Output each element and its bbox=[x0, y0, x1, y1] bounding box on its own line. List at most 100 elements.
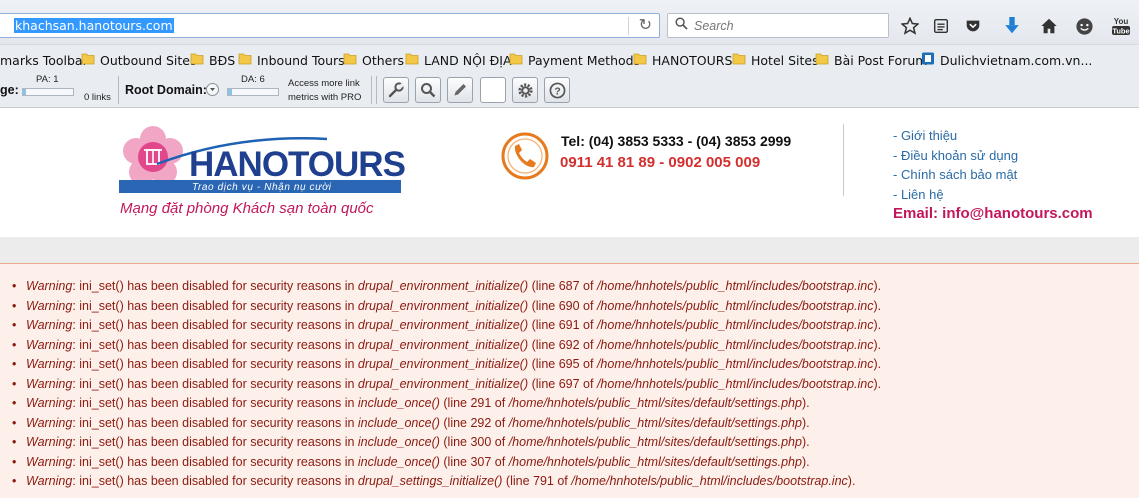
bullet-icon: • bbox=[12, 279, 17, 293]
search-input[interactable]: Search bbox=[667, 13, 889, 38]
link-gioi-thieu[interactable]: - Giới thiệu bbox=[893, 126, 1018, 146]
youtube-icon[interactable]: You Tube bbox=[1109, 14, 1133, 38]
bookmark-hanotours[interactable]: HANOTOURS bbox=[652, 53, 732, 68]
pocket-icon[interactable] bbox=[961, 14, 985, 38]
magnifier-button[interactable] bbox=[415, 77, 441, 103]
hanotours-logo: HANOTOURS Trao dịch vụ - Nhận nụ cười bbox=[119, 126, 406, 193]
header-divider bbox=[843, 124, 844, 196]
warning-item: • Warning: ini_set() has been disabled fo… bbox=[12, 375, 881, 395]
warning-item: • Warning: ini_set() has been disabled fo… bbox=[12, 453, 881, 473]
mozbar-divider bbox=[371, 76, 372, 104]
folder-icon bbox=[633, 53, 647, 65]
star-icon[interactable] bbox=[898, 14, 922, 38]
bullet-icon: • bbox=[12, 474, 17, 488]
warning-item: • Warning: ini_set() has been disabled fo… bbox=[12, 316, 881, 336]
links-count[interactable]: 0 links bbox=[84, 92, 111, 103]
gear-icon bbox=[517, 82, 533, 98]
bullet-icon: • bbox=[12, 396, 17, 410]
pro-promo-line2[interactable]: metrics with PRO bbox=[288, 92, 361, 103]
bookmark-bai-post-forum[interactable]: Bài Post Forum bbox=[834, 53, 927, 68]
folder-icon bbox=[405, 53, 419, 65]
chat-icon[interactable] bbox=[1072, 14, 1096, 38]
bookmark-dulichvietnam[interactable]: Dulichvietnam.com.vn... bbox=[940, 53, 1092, 68]
bookmark-land-noi-dia[interactable]: LAND NỘI ĐỊA bbox=[424, 53, 512, 68]
navigation-toolbar: khachsan.hanotours.com ↻ Search You Tube bbox=[0, 0, 1139, 44]
site-logo[interactable]: HANOTOURS Trao dịch vụ - Nhận nụ cười bbox=[117, 124, 407, 204]
folder-icon bbox=[343, 53, 357, 65]
bullet-icon: • bbox=[12, 435, 17, 449]
url-bar[interactable]: khachsan.hanotours.com ↻ bbox=[0, 13, 660, 38]
mozbar-divider bbox=[118, 76, 119, 104]
site-tagline: Mạng đặt phòng Khách sạn toàn quốc bbox=[120, 200, 374, 217]
bullet-icon: • bbox=[12, 318, 17, 332]
pa-value: PA: 1 bbox=[36, 74, 59, 85]
svg-text:HANOTOURS: HANOTOURS bbox=[189, 145, 405, 184]
gear-button[interactable] bbox=[512, 77, 538, 103]
nav-band bbox=[0, 237, 1139, 263]
svg-text:Tube: Tube bbox=[1112, 27, 1129, 36]
reload-icon[interactable]: ↻ bbox=[639, 16, 652, 36]
warning-item: • Warning: ini_set() has been disabled fo… bbox=[12, 414, 881, 434]
folder-icon bbox=[732, 53, 746, 65]
wrench-button[interactable] bbox=[383, 77, 409, 103]
bullet-icon: • bbox=[12, 415, 17, 430]
search-icon bbox=[675, 17, 688, 30]
link-dieu-khoan[interactable]: - Điều khoản sử dụng bbox=[893, 146, 1018, 166]
pencil-icon bbox=[454, 84, 466, 96]
page-authority-label: ge: bbox=[0, 83, 19, 97]
home-icon[interactable] bbox=[1037, 14, 1061, 38]
help-button[interactable]: ? bbox=[544, 77, 570, 103]
bookmark-others[interactable]: Others bbox=[362, 53, 404, 68]
folder-icon bbox=[509, 53, 523, 65]
bookmark-hotel-sites[interactable]: Hotel Sites bbox=[751, 53, 819, 68]
bullet-icon: • bbox=[12, 376, 17, 391]
bookmark-bds[interactable]: BĐS bbox=[209, 53, 235, 68]
warning-messages: • Warning: ini_set() has been disabled fo… bbox=[0, 263, 1139, 498]
mozbar-toolbar: ge: PA: 1 0 links Root Domain: DA: 6 Acc… bbox=[0, 72, 1139, 108]
warning-item: • Warning: ini_set() has been disabled fo… bbox=[12, 277, 881, 297]
bookmark-toolbar-label[interactable]: marks Toolbar bbox=[0, 53, 88, 68]
bullet-icon: • bbox=[12, 357, 17, 371]
warning-item: • Warning: ini_set() has been disabled fo… bbox=[12, 355, 881, 375]
folder-icon bbox=[815, 53, 829, 65]
link-chinh-sach[interactable]: - Chính sách bảo mật bbox=[893, 165, 1018, 185]
pro-promo-line1[interactable]: Access more link bbox=[288, 78, 360, 89]
svg-text:You: You bbox=[1114, 17, 1129, 26]
mobile-numbers: 0911 41 81 89 - 0902 005 009 bbox=[560, 154, 761, 171]
mozbar-divider bbox=[376, 76, 377, 104]
contact-email[interactable]: Email: info@hanotours.com bbox=[893, 205, 1093, 222]
header-links: - Giới thiệu - Điều khoản sử dụng - Chín… bbox=[893, 126, 1018, 204]
url-separator bbox=[628, 17, 629, 35]
site-header: HANOTOURS Trao dịch vụ - Nhận nụ cười Mạ… bbox=[0, 109, 1139, 237]
folder-icon bbox=[81, 53, 95, 65]
warning-list: • Warning: ini_set() has been disabled fo… bbox=[12, 277, 881, 492]
pencil-button[interactable] bbox=[447, 77, 473, 103]
url-text[interactable]: khachsan.hanotours.com bbox=[14, 18, 174, 33]
download-icon[interactable] bbox=[1000, 14, 1024, 38]
bookmark-payment-methods[interactable]: Payment Methods bbox=[528, 53, 640, 68]
reading-list-icon[interactable] bbox=[929, 14, 953, 38]
warning-item: • Warning: ini_set() has been disabled fo… bbox=[12, 394, 881, 414]
warning-item: • Warning: ini_set() has been disabled fo… bbox=[12, 472, 881, 492]
warning-item: • Warning: ini_set() has been disabled fo… bbox=[12, 433, 881, 453]
browser-window: khachsan.hanotours.com ↻ Search YouTube bbox=[0, 0, 1139, 498]
blank-button[interactable] bbox=[480, 77, 506, 103]
link-lien-he[interactable]: - Liên hệ bbox=[893, 185, 1018, 205]
bullet-icon: • bbox=[12, 298, 17, 313]
chevron-down-icon bbox=[210, 88, 215, 91]
warning-item: • Warning: ini_set() has been disabled fo… bbox=[12, 336, 881, 356]
telephone-numbers: Tel: (04) 3853 5333 - (04) 3853 2999 bbox=[561, 133, 792, 149]
warning-item: • Warning: ini_set() has been disabled fo… bbox=[12, 297, 881, 317]
root-domain-dropdown[interactable] bbox=[206, 83, 219, 96]
bookmark-inbound-tours[interactable]: Inbound Tours bbox=[257, 53, 345, 68]
site-favicon-icon bbox=[922, 52, 934, 65]
phone-icon bbox=[501, 132, 549, 180]
bookmark-outbound-sites[interactable]: Outbound Sites bbox=[100, 53, 197, 68]
bullet-icon: • bbox=[12, 337, 17, 352]
bookmarks-toolbar: marks Toolbar Outbound Sites BĐS Inbound… bbox=[0, 44, 1139, 72]
root-domain-label: Root Domain: bbox=[125, 83, 207, 97]
pa-meter bbox=[22, 88, 74, 96]
folder-icon bbox=[190, 53, 204, 65]
bullet-icon: • bbox=[12, 454, 17, 469]
svg-text:Trao dịch vụ - Nhận nụ cười: Trao dịch vụ - Nhận nụ cười bbox=[192, 182, 332, 193]
